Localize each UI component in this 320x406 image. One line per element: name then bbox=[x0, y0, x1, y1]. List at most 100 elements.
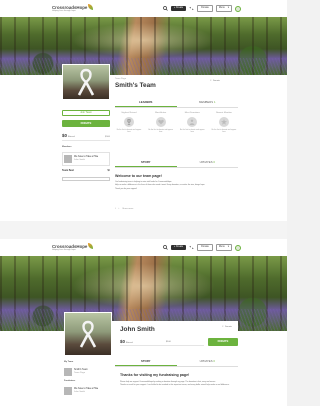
twitter-icon[interactable]: t bbox=[119, 208, 120, 211]
hero-banner-forest bbox=[0, 17, 287, 75]
members-count: 1 bbox=[213, 100, 216, 105]
site-logo[interactable]: CrossroadsHope Helping lives through hop… bbox=[52, 243, 94, 252]
frame-separator bbox=[0, 221, 287, 239]
tab-story[interactable]: STORY bbox=[115, 160, 177, 167]
team-thumbnail bbox=[64, 367, 72, 376]
fundraiser-heading: Fundraiser bbox=[64, 380, 76, 382]
member-card[interactable]: We have to Take a Hike John Smith bbox=[62, 152, 110, 166]
leader-sub: Be the first to donate and appear here bbox=[180, 128, 205, 133]
team-avatar-frame bbox=[62, 64, 110, 100]
search-icon[interactable] bbox=[162, 245, 168, 250]
updates-count: 0 bbox=[213, 160, 215, 165]
donate-nav-button[interactable]: Donate bbox=[197, 5, 213, 12]
facebook-icon[interactable]: f bbox=[115, 208, 116, 211]
personal-progress-bar bbox=[120, 345, 204, 346]
story-social-row: f t Show more bbox=[115, 208, 133, 211]
personal-title: John Smith bbox=[120, 326, 155, 333]
menu-dropdown[interactable]: Menu ▾ bbox=[215, 244, 232, 251]
search-icon[interactable] bbox=[162, 6, 168, 11]
menu-label: Menu bbox=[218, 245, 225, 249]
leader-sub: Be the first to donate and appear here bbox=[148, 128, 173, 133]
leader-label: Most Donations bbox=[184, 112, 200, 114]
story-body: Please help me support CrossroadsHope by… bbox=[120, 381, 238, 387]
leader-badge: Most Active Be the first to donate and a… bbox=[147, 112, 175, 133]
logo-tagline: Helping lives through hope bbox=[52, 249, 76, 252]
story-body: Our fundraising team is helping to raise… bbox=[115, 181, 237, 190]
story-title: Thanks for visiting my fundraising page! bbox=[120, 373, 190, 377]
updates-count: 0 bbox=[213, 359, 215, 364]
team-raised-amount: $0 bbox=[62, 133, 67, 138]
menu-dropdown[interactable]: Menu ▾ bbox=[215, 5, 232, 12]
leader-label: Most Active bbox=[155, 112, 167, 114]
create-button[interactable]: + Create bbox=[170, 245, 187, 250]
fundraiser-sub: John Smith bbox=[74, 391, 85, 394]
story-updates-tabs: STORY UPDATES 0 bbox=[115, 160, 238, 168]
leaders-members-tabs: LEADERS MEMBERS 1 bbox=[115, 100, 238, 108]
leader-sub: Be the first to donate and appear here bbox=[116, 128, 142, 133]
join-team-button[interactable]: Join Team bbox=[62, 110, 110, 116]
fundraiser-card[interactable]: We have to Take a Hike John Smith bbox=[64, 385, 110, 397]
my-team-heading: My Team bbox=[64, 361, 74, 363]
share-label: Donate bbox=[212, 80, 220, 82]
story-paragraph: Thank you for your support! bbox=[115, 187, 137, 190]
user-switch-icon[interactable] bbox=[189, 6, 194, 11]
team-progress-bar bbox=[62, 140, 110, 141]
story-paragraph: Thanks so much for your support. I am th… bbox=[120, 384, 230, 387]
leader-label: Newest Member bbox=[216, 112, 232, 114]
team-best-row: Team Best $0 bbox=[62, 169, 110, 173]
tab-members[interactable]: MEMBERS 1 bbox=[177, 100, 239, 107]
donate-nav-button[interactable]: Donate bbox=[197, 244, 213, 251]
show-more-link[interactable]: Show more bbox=[122, 208, 133, 211]
fundraiser-thumbnail bbox=[64, 387, 72, 395]
personal-avatar-photo bbox=[65, 313, 111, 355]
member-thumbnail bbox=[64, 155, 72, 163]
page-type-label: Team Page bbox=[115, 78, 127, 80]
team-best-dropdown[interactable] bbox=[62, 177, 110, 181]
leader-badge: Newest Member Be the first to donate and… bbox=[210, 112, 238, 133]
user-switch-icon[interactable] bbox=[189, 245, 194, 250]
story-paragraph: Help us make a difference in the lives o… bbox=[115, 184, 205, 187]
hero-banner-forest bbox=[0, 256, 287, 331]
chevron-down-icon: ▾ bbox=[227, 245, 229, 249]
create-button[interactable]: + Create bbox=[170, 6, 187, 11]
tab-updates-label: UPDATES bbox=[199, 359, 213, 364]
top-navbar: CrossroadsHope Helping lives through hop… bbox=[0, 0, 287, 17]
star-icon bbox=[218, 116, 229, 127]
personal-raised-row: $0 Raised bbox=[120, 339, 133, 345]
story-title: Welcome to our team page! bbox=[115, 174, 162, 178]
share-link[interactable]: ⇪ Donate bbox=[222, 326, 232, 329]
team-avatar-photo bbox=[63, 65, 109, 99]
my-team-card[interactable]: Smith's Team Team Page bbox=[64, 366, 110, 377]
members-heading: Members bbox=[62, 146, 72, 148]
site-logo[interactable]: CrossroadsHope Helping lives through hop… bbox=[52, 4, 94, 13]
leader-badge: Highest Raised Be the first to donate an… bbox=[115, 112, 143, 133]
logo-tagline: Helping lives through hope bbox=[52, 10, 76, 13]
share-link[interactable]: ⇪ Donate bbox=[210, 80, 220, 83]
leader-label: Highest Raised bbox=[121, 112, 137, 114]
tab-leaders[interactable]: LEADERS bbox=[115, 100, 177, 107]
personal-donate-button[interactable]: DONATE bbox=[208, 338, 238, 346]
share-label: Donate bbox=[224, 326, 232, 328]
chevron-down-icon: ▾ bbox=[227, 6, 229, 10]
leader-sub: Be the first to donate and appear here bbox=[211, 128, 237, 133]
user-avatar[interactable] bbox=[235, 5, 241, 12]
person-icon bbox=[187, 116, 198, 127]
team-donate-button[interactable]: DONATE bbox=[62, 120, 110, 127]
personal-goal: $100 bbox=[166, 341, 171, 343]
team-sub: Team Page bbox=[74, 371, 86, 374]
team-title: Smith's Team bbox=[115, 82, 156, 89]
tab-updates[interactable]: UPDATES 0 bbox=[177, 160, 239, 167]
tab-updates-label: UPDATES bbox=[199, 160, 213, 165]
member-sub: John Smith bbox=[74, 159, 85, 162]
share-icon: ⇪ bbox=[210, 80, 212, 82]
team-raised-label: Raised bbox=[67, 136, 75, 138]
personal-avatar-frame bbox=[64, 312, 112, 356]
user-avatar[interactable] bbox=[235, 244, 241, 251]
team-goal: $100 bbox=[105, 136, 110, 138]
menu-label: Menu bbox=[218, 6, 225, 10]
personal-page-screenshot: CrossroadsHope Helping lives through hop… bbox=[0, 239, 287, 406]
team-best-label: Team Best bbox=[62, 169, 74, 172]
team-page-screenshot: CrossroadsHope Helping lives through hop… bbox=[0, 0, 287, 221]
tab-updates[interactable]: UPDATES 0 bbox=[177, 359, 239, 366]
tab-story[interactable]: STORY bbox=[115, 359, 177, 366]
